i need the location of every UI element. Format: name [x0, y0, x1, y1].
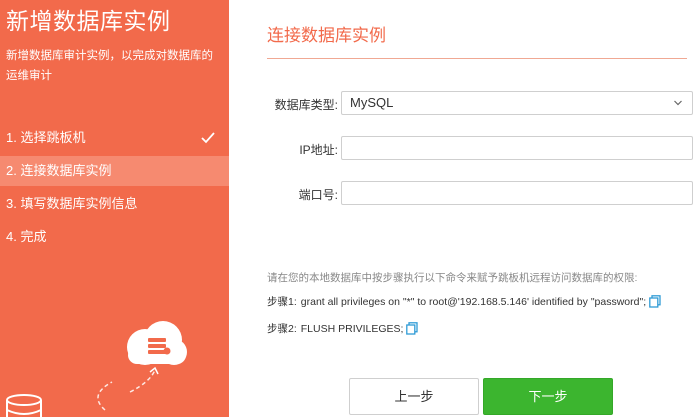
command-prefix: 步骤1: [267, 296, 297, 308]
db-type-value: MySQL [350, 95, 394, 110]
step-label: 2. 连接数据库实例 [6, 163, 112, 178]
instruction-hint: 请在您的本地数据库中按步骤执行以下命令来赋予跳板机远程访问数据库的权限: [267, 272, 638, 284]
step-label: 3. 填写数据库实例信息 [6, 196, 138, 211]
command-step-1: 步骤1: grant all privileges on "*" to root… [267, 294, 661, 309]
next-step-button[interactable]: 下一步 [483, 378, 613, 415]
sidebar-title: 新增数据库实例 [6, 8, 171, 34]
command-prefix: 步骤2: [267, 323, 297, 335]
port-input[interactable] [341, 181, 693, 205]
sidebar-description: 新增数据库审计实例，以完成对数据库的运维审计 [6, 50, 213, 82]
step-complete[interactable]: 4. 完成 [0, 222, 229, 252]
sidebar: 新增数据库实例 新增数据库审计实例，以完成对数据库的运维审计 1. 选择跳板机 … [0, 0, 229, 417]
previous-step-button[interactable]: 上一步 [349, 378, 479, 415]
command-text: FLUSH PRIVILEGES; [300, 322, 404, 335]
copy-icon[interactable] [406, 322, 419, 335]
db-type-label: 数据库类型: [274, 98, 338, 112]
command-text: grant all privileges on "*" to root@'192… [300, 295, 647, 308]
chevron-down-icon [674, 100, 682, 106]
port-label: 端口号: [298, 188, 338, 202]
step-label: 4. 完成 [6, 229, 47, 244]
ip-label: IP地址: [299, 143, 338, 157]
page-title: 连接数据库实例 [267, 26, 386, 45]
command-step-2: 步骤2: FLUSH PRIVILEGES; [267, 321, 419, 336]
step-select-jump-server[interactable]: 1. 选择跳板机 [0, 123, 229, 153]
cloud-database-illustration-icon [6, 321, 187, 417]
step-fill-db-info[interactable]: 3. 填写数据库实例信息 [0, 189, 229, 219]
ip-address-input[interactable] [341, 136, 693, 160]
step-label: 1. 选择跳板机 [6, 130, 86, 145]
main-panel: 连接数据库实例 数据库类型: MySQL IP地址: 端口号: 请在您的本地数据… [229, 0, 700, 417]
copy-icon[interactable] [649, 295, 661, 308]
check-icon [201, 132, 215, 144]
db-type-select[interactable]: MySQL [341, 91, 693, 115]
title-divider [267, 58, 687, 59]
step-connect-db-instance[interactable]: 2. 连接数据库实例 [0, 156, 229, 186]
